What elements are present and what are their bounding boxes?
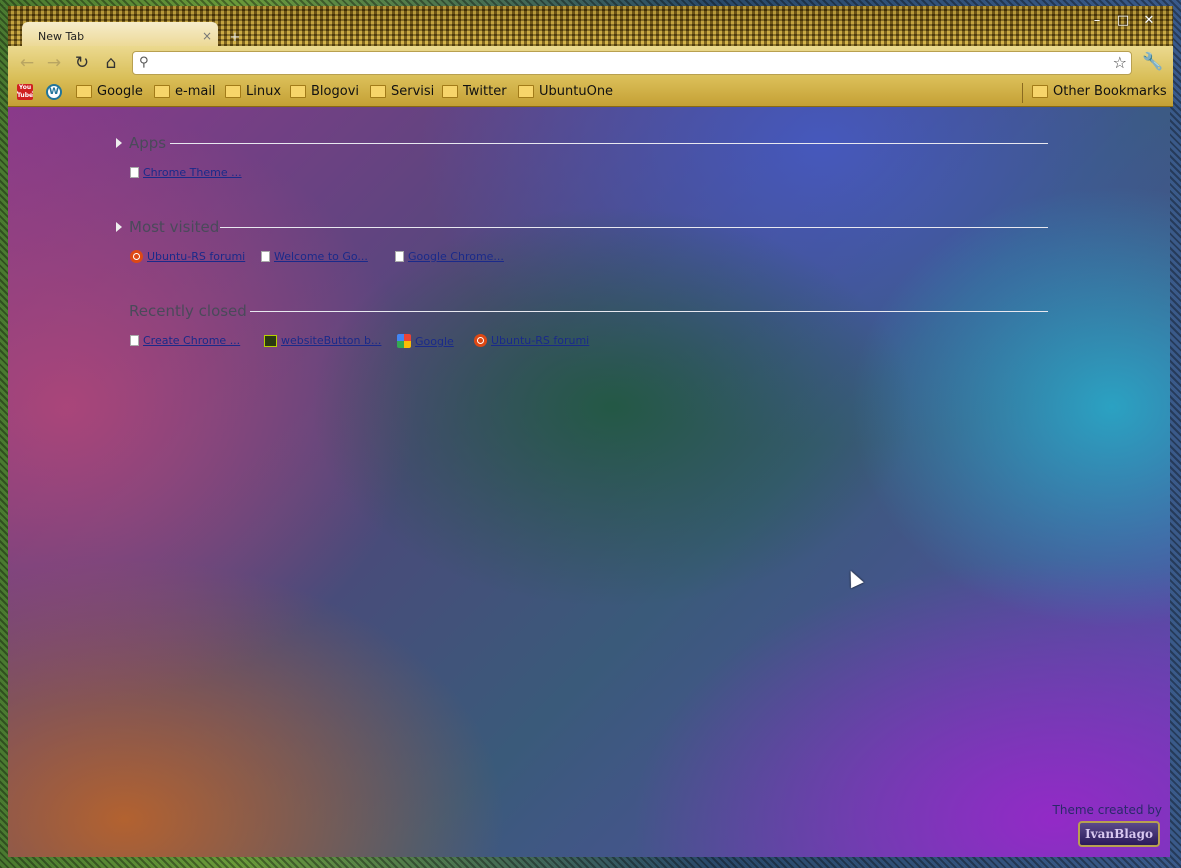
bookmarks-bar: You Tube W Google e-mail Linux Blogovi S… [8,80,1173,107]
apps-section: Apps Chrome Theme ... [116,134,1048,186]
most-visited-section: Most visited Ubuntu-RS forumi Welcome to… [116,218,1048,270]
youtube-icon: You Tube [17,84,34,100]
folder-icon [290,85,306,98]
omnibox-input[interactable] [157,54,1097,72]
title-bar: New Tab × + – □ ✕ [8,6,1173,52]
bookmark-folder-google[interactable]: Google [76,84,143,99]
folder-icon [518,85,534,98]
wrench-menu-icon[interactable]: 🔧 [1142,52,1163,72]
ubuntu-icon [474,334,487,347]
most-visited-list: Ubuntu-RS forumi Welcome to Go... Google… [116,250,1048,270]
theme-credit: Theme created by [1052,803,1162,817]
other-bookmarks-folder[interactable]: Other Bookmarks [1032,84,1167,99]
expand-arrow-icon[interactable] [116,138,122,148]
website-button-icon [264,334,277,347]
section-title: Most visited [129,218,220,236]
bookmark-star-icon[interactable]: ☆ [1113,53,1127,72]
omnibox[interactable]: ⚲ ☆ [132,51,1132,75]
new-tab-button[interactable]: + [224,30,246,46]
app-item[interactable]: Chrome Theme ... [130,166,242,179]
maximize-button[interactable]: □ [1113,12,1133,30]
most-visited-item[interactable]: Welcome to Go... [261,250,368,263]
page-icon [261,251,270,262]
new-tab-page: Apps Chrome Theme ... Most visited Ubunt… [8,107,1170,857]
bookmark-youtube[interactable]: You Tube [17,84,33,100]
folder-icon [1032,85,1048,98]
ubuntu-icon [130,250,143,263]
tab-close-icon[interactable]: × [202,29,212,43]
recently-closed-list: Create Chrome ... websiteButton b... Goo… [116,334,1048,354]
search-icon: ⚲ [139,55,149,70]
home-button[interactable]: ⌂ [100,52,122,74]
wordpress-icon: W [46,84,62,100]
expand-arrow-icon[interactable] [116,222,122,232]
section-title: Recently closed [129,302,247,320]
bookmark-folder-twitter[interactable]: Twitter [442,84,507,99]
page-icon [130,167,139,178]
bookmarks-separator [1022,83,1023,103]
window-controls: – □ ✕ [1087,12,1159,30]
recently-closed-section-header: Recently closed [116,302,1048,322]
recently-closed-item[interactable]: websiteButton b... [264,334,381,347]
recently-closed-item[interactable]: Create Chrome ... [130,334,240,347]
most-visited-section-header[interactable]: Most visited [116,218,1048,238]
close-window-button[interactable]: ✕ [1139,12,1159,30]
page-icon [395,251,404,262]
bookmark-folder-blogovi[interactable]: Blogovi [290,84,359,99]
toolbar: ← → ↻ ⌂ ⚲ ☆ 🔧 [8,46,1173,80]
section-divider [170,143,1048,144]
bookmark-folder-servisi[interactable]: Servisi [370,84,434,99]
section-divider [250,311,1048,312]
forward-button[interactable]: → [43,52,65,74]
apps-section-header[interactable]: Apps [116,134,1048,154]
recently-closed-item[interactable]: Google [397,334,454,348]
recently-closed-item[interactable]: Ubuntu-RS forumi [474,334,589,347]
folder-icon [225,85,241,98]
most-visited-item[interactable]: Ubuntu-RS forumi [130,250,245,263]
folder-icon [76,85,92,98]
most-visited-item[interactable]: Google Chrome... [395,250,504,263]
page-icon [130,335,139,346]
bookmark-folder-ubuntuone[interactable]: UbuntuOne [518,84,613,99]
apps-list: Chrome Theme ... [116,166,1048,186]
minimize-button[interactable]: – [1087,12,1107,30]
folder-icon [154,85,170,98]
folder-icon [442,85,458,98]
folder-icon [370,85,386,98]
recently-closed-section: Recently closed Create Chrome ... websit… [116,302,1048,354]
reload-button[interactable]: ↻ [71,52,93,74]
tab-title: New Tab [38,30,85,43]
google-icon [397,334,411,348]
back-button[interactable]: ← [16,52,38,74]
bookmark-folder-linux[interactable]: Linux [225,84,281,99]
section-divider [220,227,1048,228]
bookmark-folder-email[interactable]: e-mail [154,84,216,99]
section-title: Apps [129,134,167,152]
theme-author-logo[interactable]: IvanBlago [1078,821,1160,847]
bookmark-wordpress[interactable]: W [46,84,62,100]
